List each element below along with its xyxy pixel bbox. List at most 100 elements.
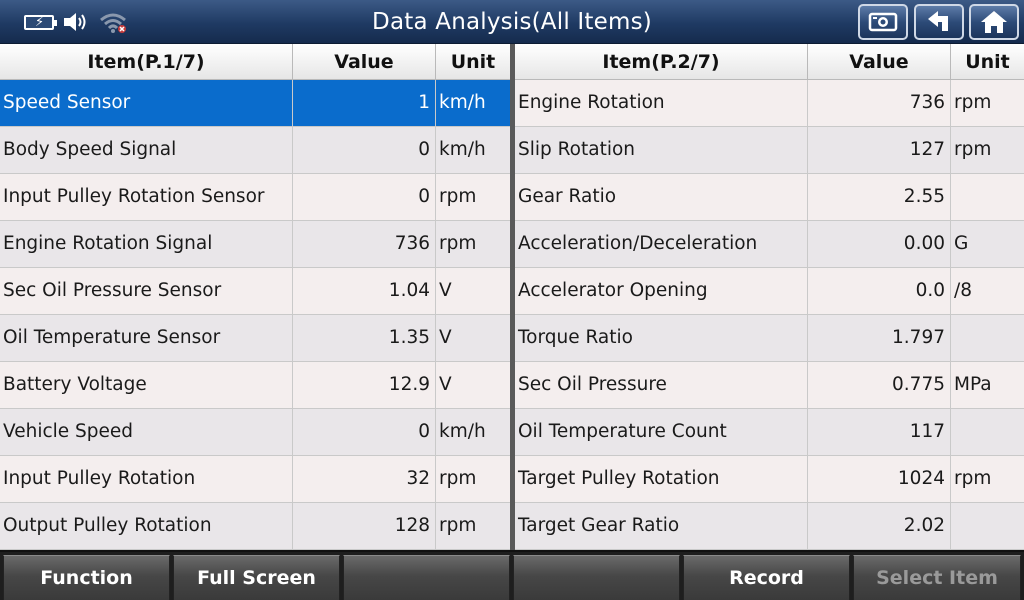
item-value: 32 — [293, 456, 436, 502]
full-screen-button[interactable]: Full Screen — [173, 555, 340, 600]
item-name: Input Pulley Rotation — [0, 456, 293, 502]
item-value: 0 — [293, 127, 436, 173]
table-row[interactable]: Sec Oil Pressure 0.775 MPa — [515, 362, 1024, 409]
item-name: Target Gear Ratio — [515, 503, 808, 549]
table-row[interactable]: Engine Rotation 736 rpm — [515, 80, 1024, 127]
table-row[interactable]: Acceleration/Deceleration 0.00 G — [515, 221, 1024, 268]
item-name: Target Pulley Rotation — [515, 456, 808, 502]
item-value: 1024 — [808, 456, 951, 502]
home-icon — [981, 11, 1007, 33]
column-header-value[interactable]: Value — [293, 44, 436, 80]
item-unit: rpm — [439, 186, 477, 207]
item-name: Sec Oil Pressure Sensor — [0, 268, 293, 314]
item-name: Engine Rotation Signal — [0, 221, 293, 267]
item-value: 0.0 — [808, 268, 951, 314]
item-value: 1.797 — [808, 315, 951, 361]
item-unit — [951, 174, 1024, 220]
function-bar: Function Full Screen Record Select Item — [0, 550, 1024, 600]
item-name: Torque Ratio — [515, 315, 808, 361]
empty-button-3[interactable] — [343, 555, 510, 600]
item-name: Battery Voltage — [0, 362, 293, 408]
column-header-item[interactable]: Item(P.1/7) — [0, 44, 293, 80]
item-name: Accelerator Opening — [515, 268, 808, 314]
item-value: 1 — [293, 80, 436, 126]
table-header: Item(P.1/7) Value Unit — [0, 44, 510, 80]
table-row[interactable]: Sec Oil Pressure Sensor 1.04 V — [0, 268, 510, 315]
item-name: Oil Temperature Sensor — [0, 315, 293, 361]
data-table-left: Item(P.1/7) Value Unit Speed Sensor 1 km/h… — [0, 44, 510, 550]
table-row[interactable]: Vehicle Speed 0 km/h — [0, 409, 510, 456]
item-unit: km/h — [439, 421, 486, 442]
table-row[interactable]: Accelerator Opening 0.0/8 — [515, 268, 1024, 315]
empty-button-4[interactable] — [513, 555, 680, 600]
item-value: 117 — [808, 409, 951, 455]
item-value: 0.00 — [808, 221, 951, 267]
item-name: Input Pulley Rotation Sensor — [0, 174, 293, 220]
item-value: 736 — [808, 80, 951, 126]
item-name: Sec Oil Pressure — [515, 362, 808, 408]
screenshot-button[interactable] — [858, 4, 908, 40]
item-unit: rpm — [954, 468, 992, 489]
item-unit — [951, 315, 1024, 361]
column-header-value[interactable]: Value — [808, 44, 951, 80]
table-row[interactable]: Speed Sensor 1 km/h — [0, 80, 510, 127]
function-button[interactable]: Function — [3, 555, 170, 600]
item-unit: rpm — [439, 515, 477, 536]
table-row[interactable]: Oil Temperature Count 117 — [515, 409, 1024, 456]
column-header-unit[interactable]: Unit — [951, 44, 1024, 80]
item-value: 128 — [293, 503, 436, 549]
item-value: 0 — [293, 174, 436, 220]
item-unit: rpm — [954, 139, 992, 160]
item-value: 0.775 — [808, 362, 951, 408]
select-item-button[interactable]: Select Item — [853, 555, 1021, 600]
item-unit: rpm — [439, 233, 477, 254]
item-name: Slip Rotation — [515, 127, 808, 173]
home-button[interactable] — [969, 4, 1019, 40]
item-unit: V — [439, 327, 452, 348]
item-unit: MPa — [954, 374, 992, 395]
table-header: Item(P.2/7) Value Unit — [515, 44, 1024, 80]
item-value: 1.04 — [293, 268, 436, 314]
item-unit: V — [439, 374, 452, 395]
table-row[interactable]: Target Pulley Rotation 1024 rpm — [515, 456, 1024, 503]
item-unit — [951, 409, 1024, 455]
table-row[interactable]: Input Pulley Rotation Sensor 0 rpm — [0, 174, 510, 221]
item-value: 1.35 — [293, 315, 436, 361]
table-row[interactable]: Output Pulley Rotation 128 rpm — [0, 503, 510, 550]
table-row[interactable]: Input Pulley Rotation 32 rpm — [0, 456, 510, 503]
item-unit: G — [954, 233, 969, 254]
item-value: 736 — [293, 221, 436, 267]
item-name: Engine Rotation — [515, 80, 808, 126]
item-name: Vehicle Speed — [0, 409, 293, 455]
item-unit: km/h — [439, 139, 486, 160]
table-row[interactable]: Battery Voltage 12.9 V — [0, 362, 510, 409]
item-value: 2.55 — [808, 174, 951, 220]
table-row[interactable]: Oil Temperature Sensor 1.35 V — [0, 315, 510, 362]
table-row[interactable]: Body Speed Signal 0 km/h — [0, 127, 510, 174]
item-name: Acceleration/Deceleration — [515, 221, 808, 267]
table-row[interactable]: Slip Rotation 127 rpm — [515, 127, 1024, 174]
item-unit: rpm — [954, 92, 992, 113]
table-row[interactable]: Target Gear Ratio 2.02 — [515, 503, 1024, 550]
record-button[interactable]: Record — [683, 555, 850, 600]
item-value: 0 — [293, 409, 436, 455]
back-button[interactable] — [914, 4, 964, 40]
item-name: Oil Temperature Count — [515, 409, 808, 455]
data-table-right: Item(P.2/7) Value Unit Engine Rotation 73… — [515, 44, 1024, 550]
item-value: 127 — [808, 127, 951, 173]
item-name: Output Pulley Rotation — [0, 503, 293, 549]
column-header-item[interactable]: Item(P.2/7) — [515, 44, 808, 80]
item-unit: km/h — [439, 92, 486, 113]
table-row[interactable]: Engine Rotation Signal 736 rpm — [0, 221, 510, 268]
column-header-unit[interactable]: Unit — [436, 44, 510, 80]
screenshot-icon — [868, 12, 898, 32]
table-row[interactable]: Gear Ratio 2.55 — [515, 174, 1024, 221]
item-name: Gear Ratio — [515, 174, 808, 220]
item-name: Speed Sensor — [0, 80, 293, 126]
table-row[interactable]: Torque Ratio 1.797 — [515, 315, 1024, 362]
item-unit: /8 — [954, 280, 973, 301]
title-bar: ⚡ Data Analysis(All Items) — [0, 0, 1024, 44]
item-unit — [951, 503, 1024, 549]
item-unit: V — [439, 280, 452, 301]
item-value: 12.9 — [293, 362, 436, 408]
